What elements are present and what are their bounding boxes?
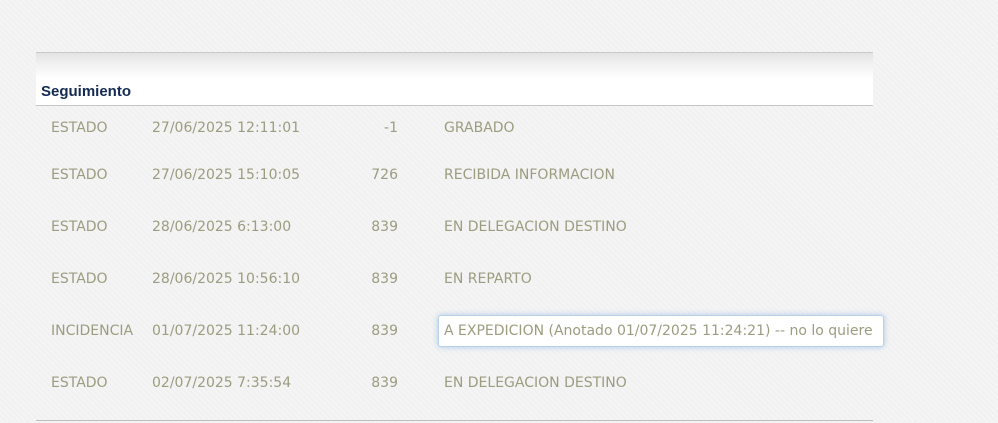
row-datetime: 27/06/2025 15:10:05 bbox=[152, 167, 301, 183]
row-datetime: 28/06/2025 10:56:10 bbox=[152, 271, 301, 287]
table-row: ESTADO 27/06/2025 12:11:01 -1 GRABADO bbox=[36, 106, 873, 149]
table-row: ESTADO 28/06/2025 10:56:10 839 EN REPART… bbox=[36, 253, 873, 305]
row-datetime: 02/07/2025 7:35:54 bbox=[152, 375, 292, 391]
row-datetime: 28/06/2025 6:13:00 bbox=[152, 219, 292, 235]
row-description: EN DELEGACION DESTINO bbox=[444, 219, 627, 235]
row-type: ESTADO bbox=[51, 119, 108, 136]
tracking-panel: Seguimiento ESTADO 27/06/2025 12:11:01 -… bbox=[36, 52, 884, 423]
row-description: EN REPARTO bbox=[444, 271, 532, 287]
row-description: GRABADO bbox=[444, 119, 515, 136]
row-code: 839 bbox=[371, 375, 398, 391]
row-datetime: 01/07/2025 11:24:00 bbox=[152, 323, 301, 339]
row-code: 726 bbox=[371, 167, 398, 183]
row-type: ESTADO bbox=[51, 375, 108, 391]
panel-header: Seguimiento bbox=[36, 53, 873, 106]
row-datetime: 27/06/2025 12:11:01 bbox=[152, 119, 301, 136]
tracking-table: ESTADO 27/06/2025 12:11:01 -1 GRABADO ES… bbox=[36, 106, 884, 409]
table-bottom-divider bbox=[36, 420, 873, 421]
row-code: 839 bbox=[371, 219, 398, 235]
incident-description-field[interactable]: A EXPEDICION (Anotado 01/07/2025 11:24:2… bbox=[438, 315, 884, 347]
table-row: INCIDENCIA 01/07/2025 11:24:00 839 A EXP… bbox=[36, 305, 884, 357]
row-description: EN DELEGACION DESTINO bbox=[444, 375, 627, 391]
row-type: ESTADO bbox=[51, 219, 108, 235]
table-row: ESTADO 28/06/2025 6:13:00 839 EN DELEGAC… bbox=[36, 201, 873, 253]
row-code: -1 bbox=[384, 119, 398, 136]
row-type: ESTADO bbox=[51, 167, 108, 183]
row-description: RECIBIDA INFORMACION bbox=[444, 167, 615, 183]
panel-title: Seguimiento bbox=[41, 83, 132, 100]
row-code: 839 bbox=[371, 323, 398, 339]
row-type: INCIDENCIA bbox=[51, 323, 134, 339]
table-row: ESTADO 02/07/2025 7:35:54 839 EN DELEGAC… bbox=[36, 357, 873, 409]
row-code: 839 bbox=[371, 271, 398, 287]
row-type: ESTADO bbox=[51, 271, 108, 287]
table-row: ESTADO 27/06/2025 15:10:05 726 RECIBIDA … bbox=[36, 149, 873, 201]
